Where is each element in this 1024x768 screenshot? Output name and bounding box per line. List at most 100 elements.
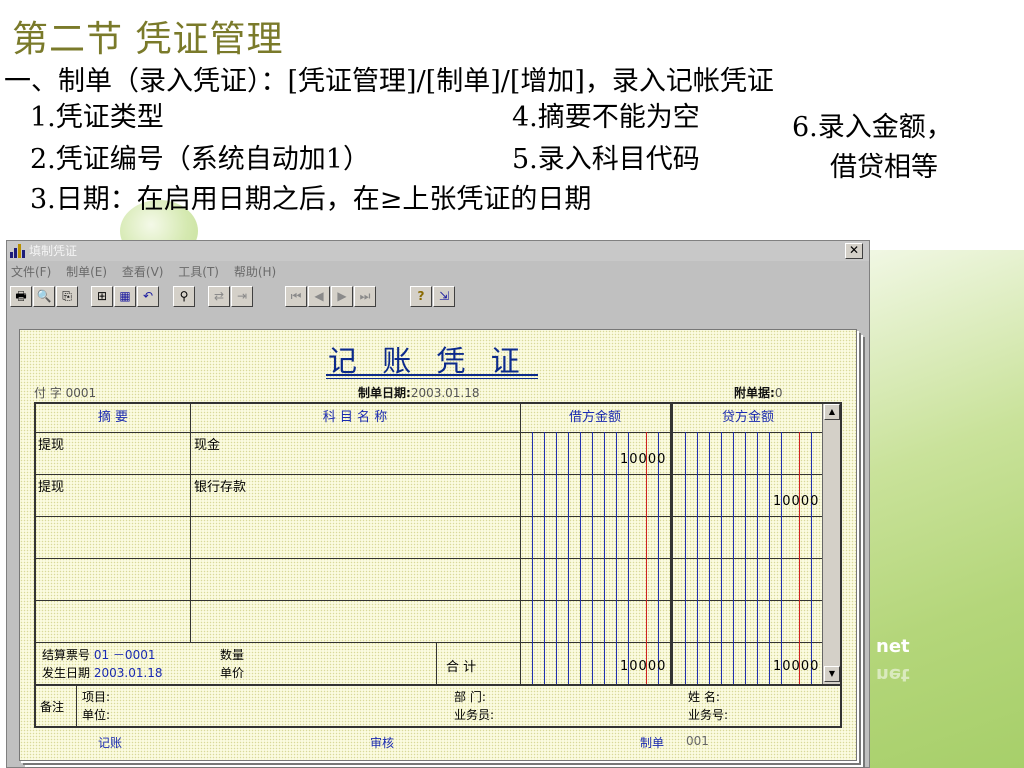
slide-decoration-text: net [876,636,910,657]
toolbar: 🖶 🔍 ⎘ ⊞ ▦ ↶ ⚲ ⇄ ⇥ ⏮ ◀ ▶ ⏭ ? ⇲ [7,283,869,311]
digit-rule [709,432,710,684]
row2-summary[interactable]: 提现 [38,476,64,495]
row2-credit[interactable]: 10000 [773,494,819,509]
menu-help[interactable]: 帮助(H) [234,265,276,279]
grid-rule [36,684,840,686]
digit-rule-decimal [646,432,647,684]
grid-rule [36,558,822,559]
date-label: 制单日期: [358,386,411,400]
voucher-date-field[interactable]: 制单日期:2003.01.18 [358,384,480,401]
maker-value: 001 [686,734,709,748]
help-icon[interactable]: ? [410,286,432,307]
undo-icon[interactable]: ↶ [137,286,159,307]
grid-divider [190,404,191,642]
business-no-label[interactable]: 业务号: [688,706,728,723]
title-underline [326,374,538,376]
delete-row-icon[interactable]: ⇥ [231,286,253,307]
digit-rule [604,432,605,684]
occur-value: 2003.01.18 [93,666,163,680]
menu-bar: 文件(F) 制单(E) 查看(V) 工具(T) 帮助(H) [7,261,869,283]
attachments-field[interactable]: 附单据:0 [734,384,782,401]
header-credit: 贷方金额 [721,410,774,425]
department-label[interactable]: 部 门: [454,688,486,705]
slide-decoration-green [849,250,1024,768]
maker-label: 制单 [640,736,665,750]
exit-icon[interactable]: ⇲ [433,286,455,307]
row1-summary[interactable]: 提现 [38,434,64,453]
name-label[interactable]: 姓 名: [688,688,720,705]
occur-label: 发生日期 [42,666,91,680]
digit-rule [757,432,758,684]
staff-label[interactable]: 业务员: [454,706,494,723]
digit-rule [568,432,569,684]
output-icon[interactable]: ⎘ [56,286,78,307]
grid-scrollbar[interactable]: ▲ ▼ [822,404,840,684]
close-button[interactable]: ✕ [845,243,863,259]
digit-rule [580,432,581,684]
digit-rule [592,432,593,684]
scroll-up-icon[interactable]: ▲ [824,404,840,420]
digit-rule [781,432,782,684]
grid-divider [436,642,437,684]
preview-icon[interactable]: 🔍 [33,286,55,307]
slide-item-3: 3.日期：在启用日期之后，在≥上张凭证的日期 [30,184,592,215]
scroll-down-icon[interactable]: ▼ [824,666,840,682]
header-summary: 摘 要 [97,410,129,425]
settle-field[interactable]: 结算票号 01 －0001 [42,646,155,663]
print-icon[interactable]: 🖶 [10,286,32,307]
unit-label[interactable]: 单位: [82,706,110,723]
slide-item-2: 2.凭证编号（系统自动加1） [30,144,370,175]
menu-voucher[interactable]: 制单(E) [66,265,107,279]
prev-icon[interactable]: ◀ [308,286,330,307]
voucher-type-label: 付 字 [34,386,62,400]
last-icon[interactable]: ⏭ [354,286,376,307]
grid-divider [520,404,521,684]
grid-divider [670,404,673,684]
settle-value: 01 －0001 [93,648,156,662]
total-credit: 10000 [773,659,820,674]
find-icon[interactable]: ⚲ [173,286,195,307]
add-icon[interactable]: ⊞ [91,286,113,307]
voucher-window: 填制凭证 ✕ 文件(F) 制单(E) 查看(V) 工具(T) 帮助(H) 🖶 🔍… [6,240,870,768]
digit-rule [658,432,659,684]
menu-view[interactable]: 查看(V) [122,265,164,279]
header-account: 科 目 名 称 [322,410,388,425]
digit-rule [811,432,812,684]
slide-title: 第二节 凭证管理 [12,19,284,60]
slide-item-6a: 6.录入金额， [792,112,953,143]
window-title: 填制凭证 [29,244,78,258]
grid-rule [36,432,822,433]
slide-item-5: 5.录入科目代码 [512,144,700,175]
post-label: 记账 [98,736,123,750]
insert-row-icon[interactable]: ⇄ [208,286,230,307]
grid-rule [36,474,822,475]
menu-file[interactable]: 文件(F) [11,265,51,279]
slide-intro-line: 一、制单（录入凭证）：[凭证管理]/[制单]/[增加]，录入记帐凭证 [4,66,774,97]
digit-rule [769,432,770,684]
grid-rule [36,642,840,643]
digit-rule [685,432,686,684]
row2-account[interactable]: 银行存款 [194,476,246,495]
row1-debit[interactable]: 10000 [620,452,666,467]
digit-rule [556,432,557,684]
digit-rule [544,432,545,684]
voucher-type-number[interactable]: 付 字 0001 [34,384,96,401]
project-label[interactable]: 项目: [82,688,110,705]
price-label: 单价 [220,666,245,680]
save-icon[interactable]: ▦ [114,286,136,307]
digit-rule [733,432,734,684]
window-titlebar[interactable]: 填制凭证 ✕ [7,241,869,261]
slide-decoration-reflection: net [876,664,910,685]
grid-rule [36,516,822,517]
attach-value: 0 [774,386,783,400]
voucher-number: 0001 [65,386,97,400]
occur-date-field[interactable]: 发生日期 2003.01.18 [42,664,163,681]
next-icon[interactable]: ▶ [331,286,353,307]
first-icon[interactable]: ⏮ [285,286,307,307]
voucher-paper: 记 账 凭 证 付 字 0001 制单日期:2003.01.18 附单据:0 摘… [19,329,857,761]
audit-label: 审核 [370,736,395,750]
remark-label: 备注 [40,700,65,714]
row1-account[interactable]: 现金 [194,434,220,453]
digit-rule [628,432,629,684]
menu-tools[interactable]: 工具(T) [178,265,219,279]
